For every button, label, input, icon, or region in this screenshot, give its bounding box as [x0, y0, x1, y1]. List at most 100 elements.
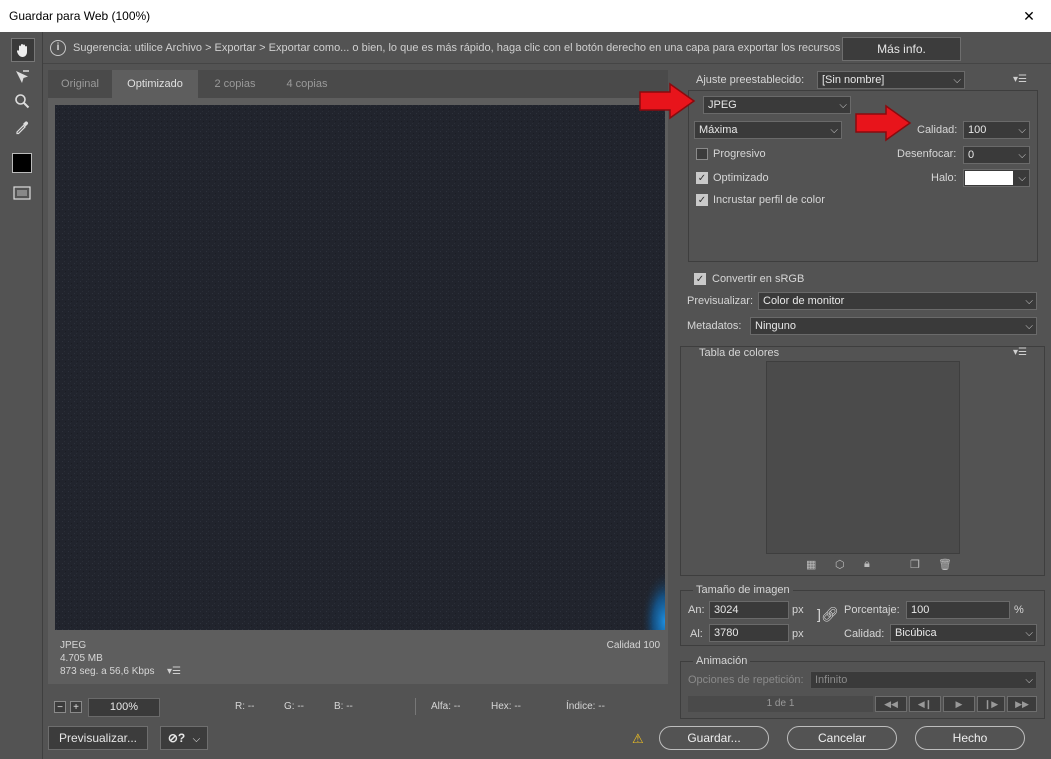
preset-menu-icon[interactable]: ▾☰ — [1013, 74, 1027, 85]
eyedropper-color-swatch[interactable] — [11, 152, 33, 174]
width-label: An: — [688, 604, 705, 616]
zoom-tool-icon[interactable] — [11, 90, 33, 112]
done-button[interactable]: Hecho — [915, 726, 1025, 750]
chevron-down-icon: ⌵ — [830, 125, 838, 136]
chevron-down-icon: ⌵ — [1018, 125, 1026, 136]
color-table-grid[interactable] — [766, 361, 960, 554]
height-value: 3780 — [714, 627, 739, 639]
cancel-button[interactable]: Cancelar — [787, 726, 897, 750]
window-title: Guardar para Web (100%) — [9, 9, 151, 23]
previous-frame-icon[interactable]: ◀❙ — [909, 696, 941, 712]
preset-select[interactable]: [Sin nombre] ⌵ — [817, 71, 965, 89]
metadata-select[interactable]: Ninguno ⌵ — [750, 317, 1037, 335]
preset-value: [Sin nombre] — [822, 74, 885, 86]
info-icon: i — [50, 40, 66, 56]
link-constrain-icon[interactable]: ]🔗︎ — [817, 606, 839, 623]
convert-srgb-checkbox[interactable]: ✓ — [694, 273, 706, 285]
color-table-title: Tabla de colores — [696, 347, 783, 359]
zoom-select[interactable]: 100% ⌵ — [88, 698, 160, 717]
tab-optimized[interactable]: Optimizado — [112, 70, 198, 98]
loop-options-label: Opciones de repetición: — [688, 674, 804, 686]
save-button[interactable]: Guardar... — [659, 726, 769, 750]
width-value: 3024 — [714, 604, 739, 616]
slice-select-tool-icon[interactable] — [11, 66, 33, 88]
zoom-out-icon[interactable]: − — [54, 701, 66, 713]
blur-input[interactable]: 0 ⌵ — [963, 146, 1030, 164]
toggle-slices-icon[interactable] — [11, 182, 33, 204]
preview-mode-select[interactable]: Color de monitor ⌵ — [758, 292, 1037, 310]
eyedropper-tool-icon[interactable] — [11, 116, 33, 138]
preset-label: Ajuste preestablecido: — [696, 74, 805, 86]
tab-4-up[interactable]: 4 copias — [272, 70, 342, 98]
last-frame-icon[interactable]: ▶▶ — [1007, 696, 1037, 712]
preview-browser-button[interactable]: Previsualizar... — [48, 726, 148, 750]
quality-input[interactable]: 100 ⌵ — [963, 121, 1030, 139]
browser-select-button[interactable]: ⊘? ⌵ — [160, 726, 208, 750]
zoom-in-icon[interactable]: + — [70, 701, 82, 713]
blur-label: Desenfocar: — [897, 148, 957, 160]
chevron-down-icon: ⌵ — [1025, 628, 1033, 639]
embed-profile-checkbox[interactable]: ✓ — [696, 194, 708, 206]
image-preview-canvas[interactable] — [55, 105, 665, 630]
height-unit: px — [792, 628, 804, 640]
alpha-readout: Alfa: -- — [431, 701, 461, 712]
first-frame-icon[interactable]: ◀◀ — [875, 696, 907, 712]
trash-icon[interactable]: 🗑︎ — [938, 558, 952, 571]
chevron-down-icon: ⌵ — [192, 734, 201, 745]
optimized-label: Optimizado — [713, 172, 769, 184]
matte-label: Halo: — [931, 172, 957, 184]
loop-options-value: Infinito — [815, 674, 848, 686]
lock-icon[interactable]: 🔒︎ — [864, 558, 870, 571]
tab-original[interactable]: Original — [48, 70, 112, 98]
hint-bar: i Sugerencia: utilice Archivo > Exportar… — [43, 33, 1051, 64]
preview-mode-value: Color de monitor — [763, 295, 845, 307]
percent-input[interactable]: 100 — [906, 601, 1010, 619]
image-texture — [55, 105, 665, 630]
height-input[interactable]: 3780 — [709, 624, 789, 642]
frame-counter: 1 de 1 — [688, 696, 873, 712]
percent-label: Porcentaje: — [844, 604, 900, 616]
convert-srgb-label: Convertir en sRGB — [712, 273, 805, 285]
chevron-down-icon: ⌵ — [1018, 173, 1026, 184]
resample-label: Calidad: — [844, 628, 885, 640]
cube-icon[interactable]: ⬡ — [835, 558, 845, 571]
next-frame-icon[interactable]: ❙▶ — [977, 696, 1005, 712]
resample-value: Bicúbica — [895, 627, 937, 639]
zoom-value: 100% — [109, 701, 139, 713]
blue-readout: B: -- — [334, 701, 353, 712]
green-readout: G: -- — [284, 701, 304, 712]
tool-strip — [0, 32, 43, 759]
view-tabs: Original Optimizado 2 copias 4 copias — [48, 70, 668, 98]
chevron-down-icon: ⌵ — [1025, 296, 1033, 307]
hint-text: Sugerencia: utilice Archivo > Exportar >… — [73, 42, 841, 54]
compression-quality-value: Máxima — [699, 124, 738, 136]
blur-value: 0 — [968, 149, 975, 161]
progressive-label: Progresivo — [713, 148, 766, 160]
resample-select[interactable]: Bicúbica ⌵ — [890, 624, 1037, 642]
play-icon[interactable]: ▶ — [943, 696, 975, 712]
width-input[interactable]: 3024 — [709, 601, 789, 619]
tab-2-up[interactable]: 2 copias — [198, 70, 272, 98]
new-color-icon[interactable]: ❐ — [910, 558, 920, 571]
height-label: Al: — [690, 628, 703, 640]
status-bar: − + 100% ⌵ R: -- G: -- B: -- Alfa: -- He… — [48, 694, 668, 718]
chevron-down-icon: ⌵ — [953, 75, 961, 86]
download-speed-menu-icon[interactable]: ▾☰ — [167, 666, 181, 677]
preview-download-time: 873 seg. a 56,6 Kbps — [60, 666, 155, 677]
preview-format: JPEG — [60, 640, 87, 651]
preview-quality: Calidad 100 — [606, 640, 660, 651]
hand-tool-icon[interactable] — [11, 38, 35, 62]
chevron-down-icon: ⌵ — [1025, 321, 1033, 332]
red-arrow-icon — [639, 82, 696, 120]
more-info-button[interactable]: Más info. — [842, 37, 961, 61]
format-select[interactable]: JPEG ⌵ — [703, 96, 851, 114]
matte-select[interactable]: ⌵ — [963, 169, 1030, 187]
animation-title: Animación — [693, 655, 751, 667]
progressive-checkbox[interactable] — [696, 148, 708, 160]
color-table-menu-icon[interactable]: ▾☰ — [1013, 347, 1027, 358]
optimized-checkbox[interactable]: ✓ — [696, 172, 708, 184]
window-close-button[interactable]: ✕ — [1007, 0, 1051, 32]
web-snap-icon[interactable]: ▦ — [806, 558, 816, 571]
loop-options-select[interactable]: Infinito ⌵ — [810, 671, 1037, 689]
compression-quality-select[interactable]: Máxima ⌵ — [694, 121, 842, 139]
